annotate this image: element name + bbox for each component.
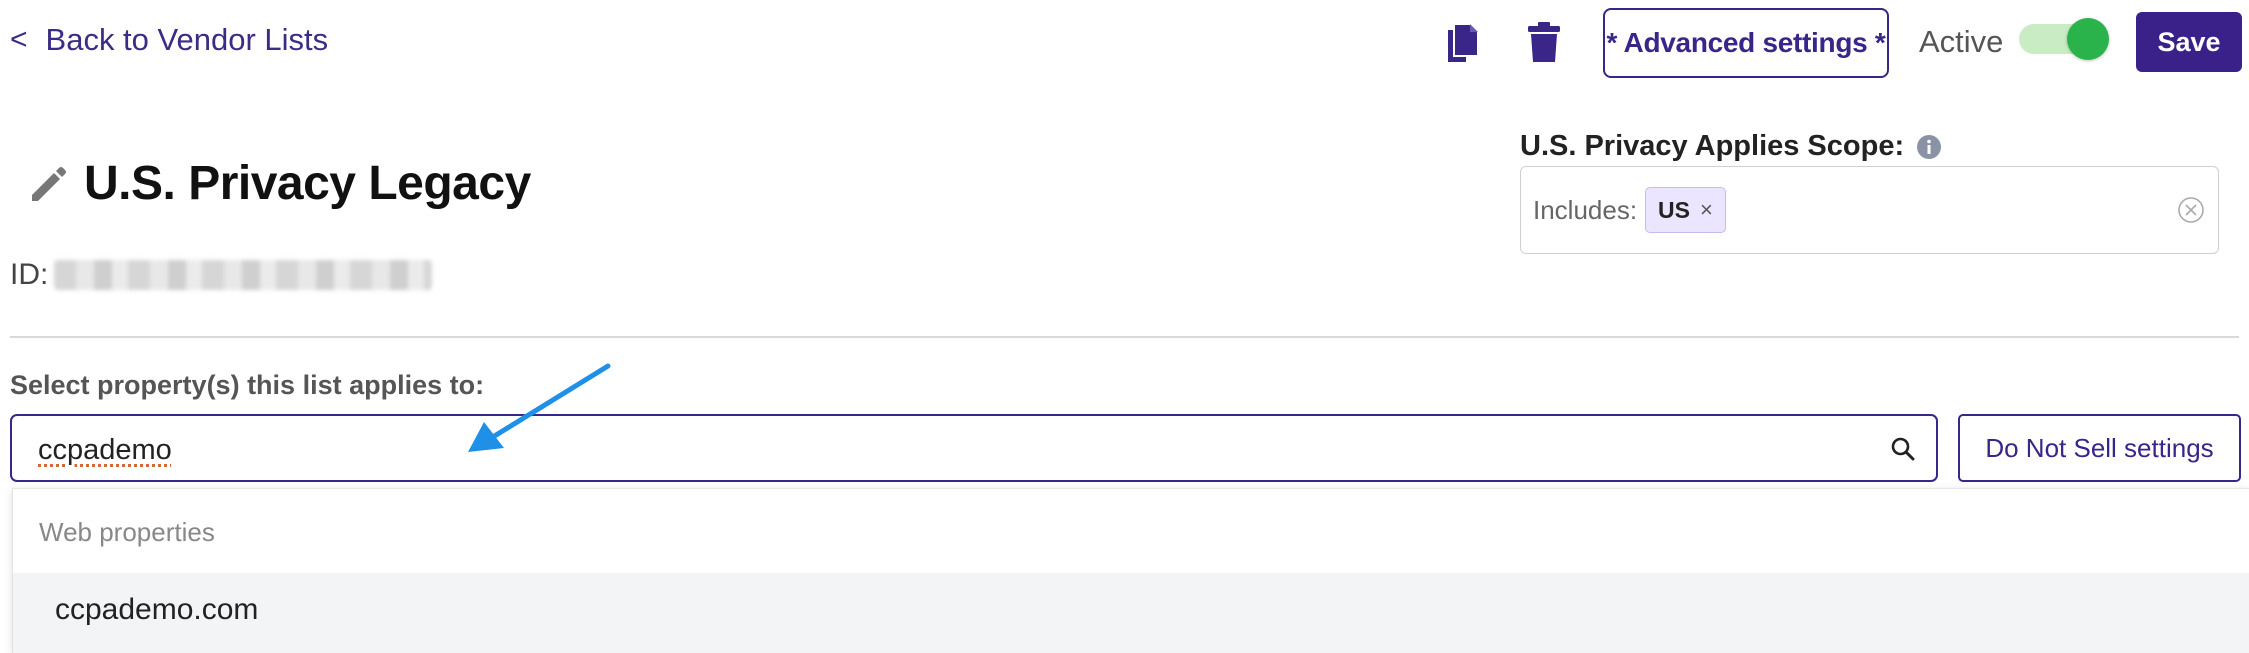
scope-tag-label: US (1658, 196, 1690, 223)
scope-label: U.S. Privacy Applies Scope: (1520, 130, 1942, 163)
search-icon[interactable] (1890, 436, 1916, 462)
scope-label-text: U.S. Privacy Applies Scope: (1520, 130, 1905, 162)
dropdown-option[interactable]: ccpademo.com (13, 573, 2249, 653)
property-search-input[interactable] (36, 430, 1840, 470)
includes-label: Includes: (1533, 195, 1638, 225)
page-title: U.S. Privacy Legacy (84, 157, 531, 210)
clear-icon[interactable] (2176, 195, 2206, 225)
back-to-vendor-lists-link[interactable]: < Back to Vendor Lists (10, 22, 328, 58)
annotation-arrow-icon (468, 363, 611, 452)
divider (10, 336, 2239, 338)
info-icon[interactable] (1916, 134, 1942, 160)
save-button[interactable]: Save (2136, 12, 2242, 72)
copy-icon[interactable] (1444, 22, 1480, 64)
active-label: Active (1919, 24, 2004, 59)
dropdown-group-label: Web properties (39, 517, 215, 547)
toggle-knob (2067, 18, 2109, 60)
pencil-icon[interactable] (28, 165, 68, 205)
trash-icon[interactable] (1527, 22, 1561, 62)
property-search-box[interactable] (10, 414, 1938, 482)
id-label: ID: (10, 258, 49, 291)
scope-select[interactable]: Includes: US × (1520, 166, 2219, 254)
do-not-sell-settings-button[interactable]: Do Not Sell settings (1958, 414, 2241, 482)
active-toggle[interactable] (2019, 18, 2109, 60)
id-value-redacted (54, 260, 433, 290)
chevron-left-icon: < (10, 23, 28, 56)
dropdown-option-label: ccpademo.com (55, 593, 259, 626)
remove-tag-icon[interactable]: × (1700, 197, 1713, 223)
back-link-label: Back to Vendor Lists (45, 22, 329, 57)
id-row: ID: (10, 258, 433, 292)
select-properties-label: Select property(s) this list applies to: (10, 370, 485, 400)
advanced-settings-button[interactable]: * Advanced settings * (1603, 8, 1889, 78)
scope-tag-us: US × (1645, 187, 1726, 233)
property-dropdown: Web properties ccpademo.com (12, 488, 2249, 653)
